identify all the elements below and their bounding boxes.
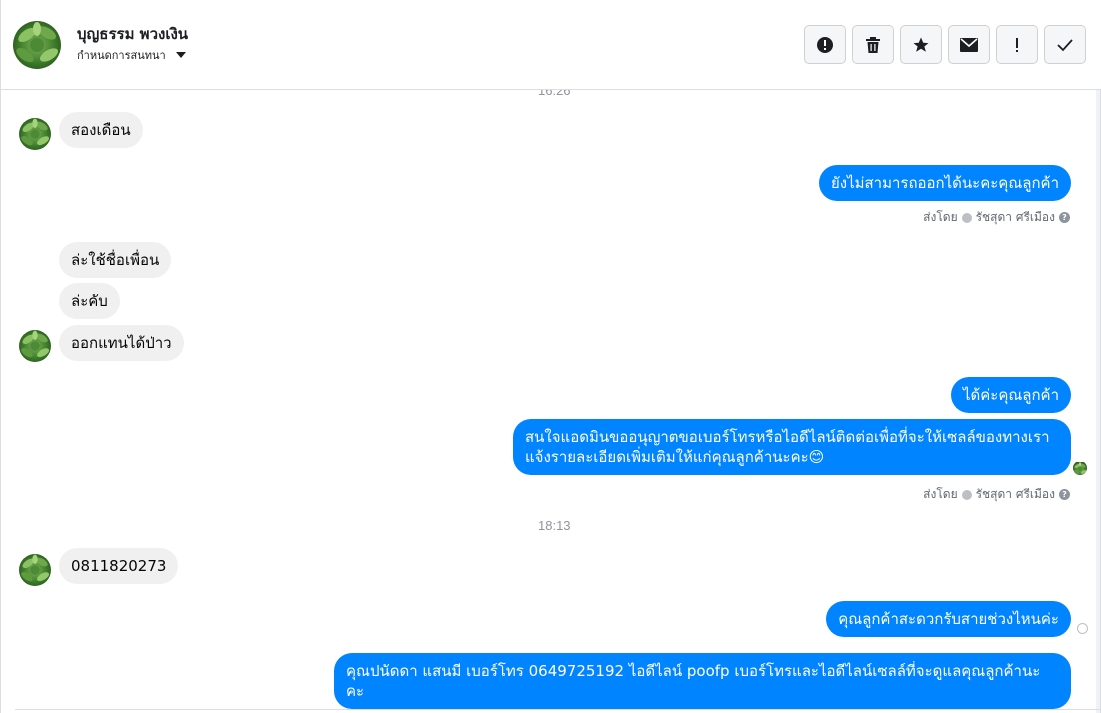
agent-name[interactable]: รัชสุดา ศรีเมือง: [976, 208, 1055, 227]
contact-avatar[interactable]: [13, 21, 61, 69]
sent-by-info: ส่งโดย รัชสุดา ศรีเมือง ?: [923, 485, 1070, 504]
outgoing-message[interactable]: สนใจแอดมินขออนุญาตขอเบอร์โทรหรือไอดีไลน์…: [513, 419, 1071, 475]
agent-name[interactable]: รัชสุดา ศรีเมือง: [976, 485, 1055, 504]
incoming-message[interactable]: ล่ะใช้ชื่อเพื่อน: [59, 242, 172, 278]
sent-by-label: ส่งโดย: [923, 210, 958, 224]
header-actions: [804, 25, 1086, 64]
help-icon[interactable]: ?: [1059, 212, 1070, 223]
conversation-panel: บุญธรรม พวงเงิน กำหนดการสนทนา 16:26 สองเ…: [0, 0, 1101, 713]
seen-avatar: [1073, 461, 1087, 475]
verified-icon: [961, 212, 972, 223]
contact-name[interactable]: บุญธรรม พวงเงิน: [77, 22, 188, 46]
check-icon: [1057, 38, 1073, 51]
contact-avatar-small[interactable]: [19, 330, 51, 362]
sent-by-info: ส่งโดย รัชสุดา ศรีเมือง ?: [923, 208, 1070, 227]
report-spam-button[interactable]: [804, 25, 846, 64]
mark-unread-button[interactable]: [948, 25, 990, 64]
trash-icon: [866, 36, 880, 53]
delete-button[interactable]: [852, 25, 894, 64]
outgoing-message[interactable]: ยังไม่สามารถออกได้นะคะคุณลูกค้า: [818, 165, 1071, 201]
incoming-message[interactable]: ออกแทนได้ป่าว: [59, 325, 184, 361]
assign-label: กำหนดการสนทนา: [77, 49, 166, 62]
timestamp: 16:26: [538, 90, 571, 98]
conversation-header: บุญธรรม พวงเงิน กำหนดการสนทนา: [1, 0, 1101, 90]
timestamp: 18:13: [538, 518, 571, 533]
mark-done-button[interactable]: [1044, 25, 1086, 64]
outgoing-message[interactable]: คุณลูกค้าสะดวกรับสายช่วงไหนค่ะ: [826, 601, 1071, 637]
assign-conversation-dropdown[interactable]: กำหนดการสนทนา: [77, 46, 186, 64]
verified-icon: [961, 489, 972, 500]
envelope-icon: [960, 37, 978, 52]
message-thread[interactable]: 16:26 สองเดือน ยังไม่สามารถออกได้นะคะคุณ…: [1, 90, 1101, 713]
contact-avatar-small[interactable]: [19, 554, 51, 586]
help-icon[interactable]: ?: [1059, 489, 1070, 500]
message-line: คุณปนัดดา แสนมี เบอร์โทร 0649725192 ไอดี…: [346, 662, 1041, 680]
caret-down-icon: [175, 52, 186, 58]
exclamation-icon: [1016, 37, 1018, 52]
contact-avatar-small[interactable]: [19, 118, 51, 150]
scrollbar[interactable]: [1096, 90, 1100, 713]
sent-by-label: ส่งโดย: [923, 487, 958, 501]
message-line: แจ้งรายละเอียดเพิ่มเติมให้แก่คุณลูกค้านะ…: [525, 448, 825, 466]
message-line: สนใจแอดมินขออนุญาตขอเบอร์โทรหรือไอดีไลน์…: [525, 428, 1050, 446]
outgoing-message[interactable]: ได้ค่ะคุณลูกค้า: [950, 377, 1071, 413]
star-button[interactable]: [900, 25, 942, 64]
star-icon: [913, 37, 929, 52]
incoming-message[interactable]: สองเดือน: [59, 112, 143, 148]
composer-border: [15, 709, 1100, 713]
message-line: คะ: [346, 682, 365, 700]
outgoing-message[interactable]: คุณปนัดดา แสนมี เบอร์โทร 0649725192 ไอดี…: [334, 653, 1071, 709]
flag-button[interactable]: [996, 25, 1038, 64]
incoming-message[interactable]: ล่ะคับ: [59, 283, 120, 319]
sent-status-icon: [1077, 623, 1088, 634]
alert-circle-icon: [817, 36, 833, 53]
incoming-message[interactable]: 0811820273: [59, 548, 179, 584]
